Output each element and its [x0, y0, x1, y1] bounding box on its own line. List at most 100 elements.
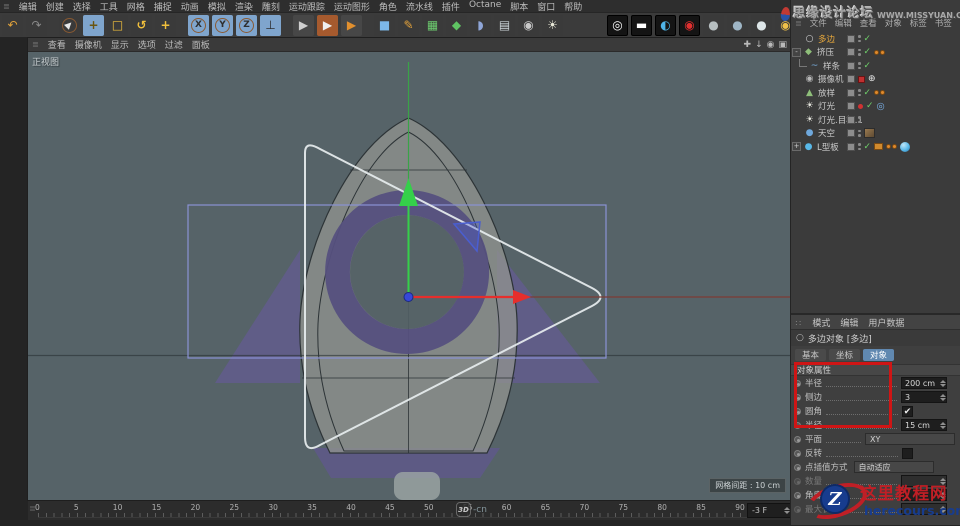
viewport-menu-查看[interactable]: 查看: [48, 38, 66, 51]
tag-pair[interactable]: [874, 90, 886, 96]
viewport-canvas[interactable]: 正视图 网格间距 : 10 cm: [28, 52, 790, 500]
floor-environment-icon[interactable]: ▤: [494, 14, 515, 36]
octane-exposure-icon[interactable]: ▬: [631, 14, 652, 36]
menu-item-流水线[interactable]: 流水线: [406, 0, 433, 13]
visibility-dots[interactable]: [858, 116, 861, 124]
menu-item-工具[interactable]: 工具: [100, 0, 118, 13]
attribute-subtab-对象[interactable]: 对象: [863, 349, 895, 361]
render-picture-viewer-icon[interactable]: ▶: [317, 14, 338, 36]
maximize-viewport-icon[interactable]: ▣: [778, 40, 787, 50]
menu-item-插件[interactable]: 插件: [442, 0, 460, 13]
menu-item-捕捉[interactable]: 捕捉: [154, 0, 172, 13]
visibility-dots[interactable]: [858, 89, 861, 97]
object-row-多边[interactable]: ○ 多边 ✓: [791, 32, 960, 46]
attribute-tab-用户数据[interactable]: 用户数据: [868, 316, 904, 329]
layer-tag[interactable]: [847, 102, 855, 111]
animation-dot-icon[interactable]: [794, 435, 801, 443]
object-row-灯光[interactable]: ☀ 灯光 ✓ ◎: [791, 100, 960, 114]
coordinate-system-icon[interactable]: ⊥: [260, 14, 281, 36]
layer-tag[interactable]: [847, 129, 855, 138]
cube-primitive-icon[interactable]: ■: [374, 14, 395, 36]
enabled-check-tag[interactable]: ✓: [864, 142, 872, 152]
visibility-red-dot[interactable]: [858, 103, 863, 109]
layer-tag[interactable]: [847, 115, 855, 124]
attribute-tab-模式[interactable]: 模式: [812, 316, 830, 329]
object-row-样条[interactable]: ~ 样条 ✓: [791, 58, 960, 73]
menu-item-网格[interactable]: 网格: [127, 0, 145, 13]
value-stepper-icon[interactable]: [939, 420, 946, 430]
expander-icon[interactable]: -: [792, 47, 801, 57]
attribute-dropdown[interactable]: XY: [865, 433, 955, 445]
menu-item-创建[interactable]: 创建: [46, 0, 64, 13]
menu-item-角色[interactable]: 角色: [379, 0, 397, 13]
animation-dot-icon[interactable]: [794, 505, 801, 513]
octane-liveviewer-icon[interactable]: ◎: [607, 14, 628, 36]
menu-item-运动图形[interactable]: 运动图形: [334, 0, 370, 13]
move-tool-icon[interactable]: +: [83, 14, 104, 36]
camera-crosshair-tag[interactable]: ⊕: [868, 74, 876, 84]
tag-pair[interactable]: [874, 49, 886, 55]
attribute-subtab-基本[interactable]: 基本: [795, 349, 827, 361]
menu-item-Octane[interactable]: Octane: [469, 0, 501, 13]
z-axis-lock-icon[interactable]: Z: [236, 14, 257, 36]
animation-dot-icon[interactable]: [794, 449, 801, 457]
menu-item-模拟[interactable]: 模拟: [208, 0, 226, 13]
enabled-check-tag[interactable]: ✓: [866, 101, 874, 111]
object-label[interactable]: 放样: [818, 87, 835, 99]
menu-item-运动跟踪[interactable]: 运动跟踪: [289, 0, 325, 13]
live-selection-icon[interactable]: ▶: [58, 14, 81, 36]
attribute-tab-编辑[interactable]: 编辑: [840, 316, 858, 329]
tag-pair[interactable]: [886, 144, 898, 150]
spline-pen-icon[interactable]: ✎: [398, 14, 419, 36]
menu-item-帮助[interactable]: 帮助: [564, 0, 582, 13]
animation-dot-icon[interactable]: [794, 421, 801, 429]
x-axis-lock-icon[interactable]: X: [188, 14, 209, 36]
attribute-checkbox[interactable]: ✔: [902, 405, 913, 417]
layer-tag[interactable]: [847, 34, 855, 43]
object-label[interactable]: 天空: [818, 127, 835, 139]
viewport-menu-过滤[interactable]: 过滤: [165, 38, 183, 51]
layer-tag[interactable]: [847, 48, 855, 57]
axis-center-handle[interactable]: [403, 292, 414, 302]
object-label[interactable]: 摄像机: [818, 73, 844, 85]
attribute-section-header[interactable]: 对象属性: [791, 364, 960, 376]
pan-viewport-icon[interactable]: ✚: [744, 40, 752, 50]
expander-icon[interactable]: +: [792, 142, 801, 152]
material-glossy-icon[interactable]: ●: [727, 14, 748, 36]
object-label[interactable]: 灯光: [818, 100, 835, 112]
menu-item-编辑[interactable]: 编辑: [19, 0, 37, 13]
animation-dot-icon[interactable]: [794, 491, 801, 499]
material-tag[interactable]: [900, 141, 911, 152]
material-diffuse-icon[interactable]: ●: [703, 14, 724, 36]
enabled-check-tag[interactable]: ✓: [864, 34, 872, 44]
y-axis-lock-icon[interactable]: Y: [212, 14, 233, 36]
animation-dot-icon[interactable]: [794, 393, 801, 401]
menu-item-雕刻[interactable]: 雕刻: [262, 0, 280, 13]
zoom-viewport-icon[interactable]: ↓: [755, 40, 763, 50]
target-tag[interactable]: ◎: [877, 101, 885, 112]
viewport-menu-选项[interactable]: 选项: [138, 38, 156, 51]
animation-dot-icon[interactable]: [794, 379, 801, 387]
attribute-checkbox[interactable]: [902, 447, 913, 459]
undo-icon[interactable]: ↶: [2, 14, 23, 36]
texture-tag[interactable]: [863, 128, 875, 139]
enabled-check-tag[interactable]: ✓: [864, 47, 872, 57]
render-settings-icon[interactable]: ▶: [341, 14, 362, 36]
enabled-check-tag[interactable]: ✓: [864, 61, 872, 71]
layer-tag[interactable]: [847, 75, 855, 84]
enabled-check-tag[interactable]: ✓: [864, 88, 872, 98]
object-label[interactable]: 样条: [823, 60, 840, 72]
value-stepper-icon[interactable]: [939, 392, 946, 402]
array-generator-icon[interactable]: ◆: [446, 14, 467, 36]
visibility-dots[interactable]: [858, 35, 861, 43]
animation-dot-icon[interactable]: [794, 477, 801, 485]
viewport-menu-摄像机[interactable]: 摄像机: [75, 38, 102, 51]
subdivision-surface-icon[interactable]: ▦: [422, 14, 443, 36]
layer-tag[interactable]: [847, 88, 855, 97]
layer-tag[interactable]: [847, 61, 855, 70]
layer-tag[interactable]: [847, 142, 855, 151]
octane-camera-icon[interactable]: ◉: [679, 14, 700, 36]
object-row-挤压[interactable]: - ◆ 挤压 ✓: [791, 46, 960, 60]
metaball-icon[interactable]: ◗: [470, 14, 491, 36]
viewport-menu-显示[interactable]: 显示: [111, 38, 129, 51]
